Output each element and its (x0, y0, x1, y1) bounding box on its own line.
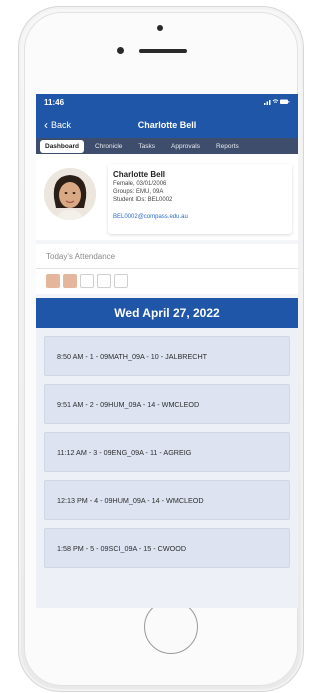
period-item[interactable]: 12:13 PM - 4 - 09HUM_09A - 14 - WMCLEOD (44, 480, 290, 520)
student-info-card: Charlotte Bell Female, 03/01/2006 Groups… (108, 164, 292, 234)
divider (36, 268, 298, 269)
tab-tasks[interactable]: Tasks (133, 140, 160, 153)
student-ids: Student IDs: BEL0002 (113, 197, 173, 203)
student-email-link[interactable]: BEL0002@compass.edu.au (113, 214, 188, 220)
status-bar: 11:46 (36, 94, 298, 112)
nav-title: Charlotte Bell (137, 120, 197, 130)
period-list: 8:50 AM - 1 - 09MATH_09A - 10 - JALBRECH… (36, 328, 298, 608)
app-screen: 11:46 ‹ Back Charlotte Bell Dashboard Ch… (36, 94, 298, 608)
home-button[interactable] (144, 600, 198, 654)
period-item[interactable]: 1:58 PM - 5 - 09SCI_09A - 15 - CWOOD (44, 528, 290, 568)
front-camera-icon (117, 47, 124, 54)
tab-approvals[interactable]: Approvals (166, 140, 205, 153)
status-icons (264, 98, 290, 107)
tab-bar: Dashboard Chronicle Tasks Approvals Repo… (36, 138, 298, 154)
signal-wifi-battery-icon (264, 99, 290, 105)
student-groups: Groups: EMU, 09A (113, 189, 164, 195)
camera-icon (157, 25, 163, 31)
attendance-box (114, 274, 128, 288)
tab-reports[interactable]: Reports (211, 140, 244, 153)
period-item[interactable]: 11:12 AM - 3 - 09ENG_09A - 11 - AGREIG (44, 432, 290, 472)
student-photo-icon (44, 168, 96, 220)
attendance-section: Today's Attendance (36, 244, 298, 294)
attendance-box (46, 274, 60, 288)
avatar (44, 168, 96, 220)
attendance-boxes (46, 274, 128, 288)
tab-chronicle[interactable]: Chronicle (90, 140, 127, 153)
attendance-box (80, 274, 94, 288)
speaker-grille (139, 49, 187, 53)
period-item[interactable]: 8:50 AM - 1 - 09MATH_09A - 10 - JALBRECH… (44, 336, 290, 376)
student-gender-dob: Female, 03/01/2006 (113, 181, 167, 187)
attendance-label: Today's Attendance (46, 252, 116, 261)
tab-dashboard[interactable]: Dashboard (40, 139, 84, 153)
status-time: 11:46 (44, 98, 65, 107)
date-header: Wed April 27, 2022 (36, 298, 298, 328)
period-item[interactable]: 9:51 AM - 2 - 09HUM_09A - 14 - WMCLEOD (44, 384, 290, 424)
attendance-box (97, 274, 111, 288)
attendance-box (63, 274, 77, 288)
student-name: Charlotte Bell (113, 170, 166, 179)
profile-section: Charlotte Bell Female, 03/01/2006 Groups… (36, 154, 298, 240)
navigation-bar: ‹ Back Charlotte Bell (36, 112, 298, 138)
